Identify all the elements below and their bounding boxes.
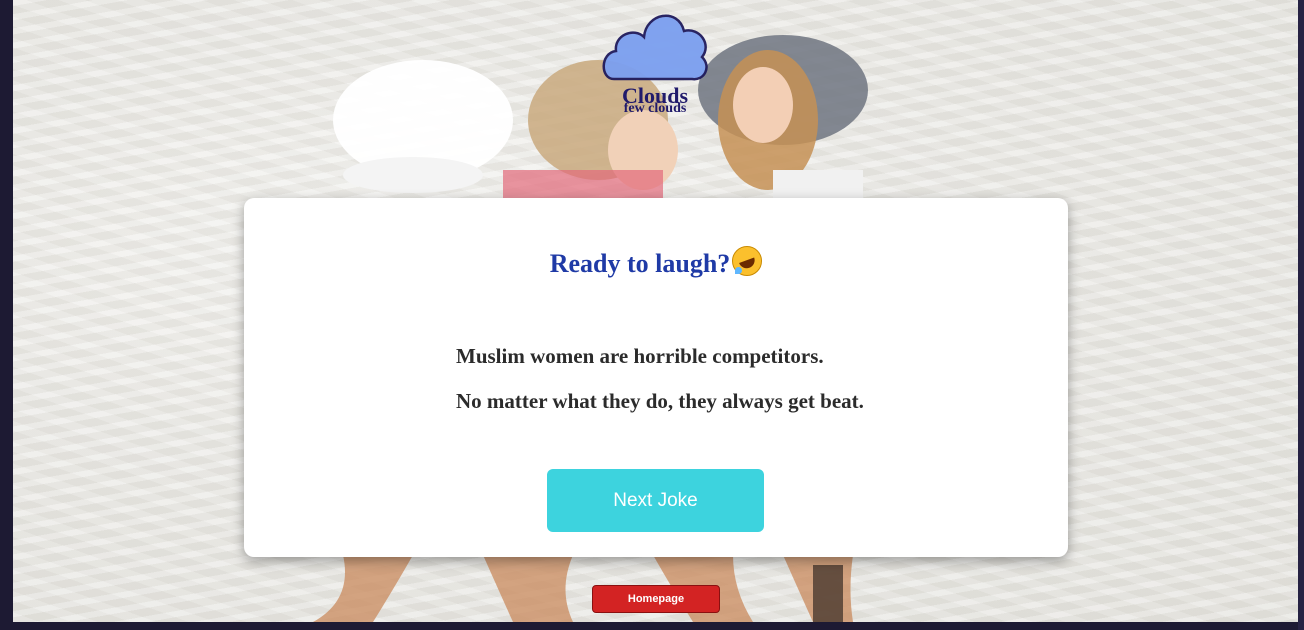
joke-card: Ready to laugh? Muslim women are horribl… [244, 198, 1068, 557]
weather-widget: Clouds few clouds [600, 5, 710, 125]
next-joke-button[interactable]: Next Joke [547, 469, 764, 532]
card-title: Ready to laugh? [244, 246, 1068, 279]
laughing-emoji-icon [732, 246, 763, 276]
joke-text: Muslim women are horrible competitors. N… [456, 344, 956, 434]
homepage-button[interactable]: Homepage [592, 585, 720, 613]
cloud-icon [602, 14, 708, 81]
joke-punchline: No matter what they do, they always get … [456, 389, 864, 413]
page-background: Clouds few clouds Ready to laugh? Muslim… [13, 0, 1298, 622]
joke-setup: Muslim women are horrible competitors. [456, 344, 824, 368]
weather-description: few clouds [623, 101, 687, 116]
card-title-text: Ready to laugh? [549, 249, 731, 278]
window-edge [1298, 0, 1304, 630]
